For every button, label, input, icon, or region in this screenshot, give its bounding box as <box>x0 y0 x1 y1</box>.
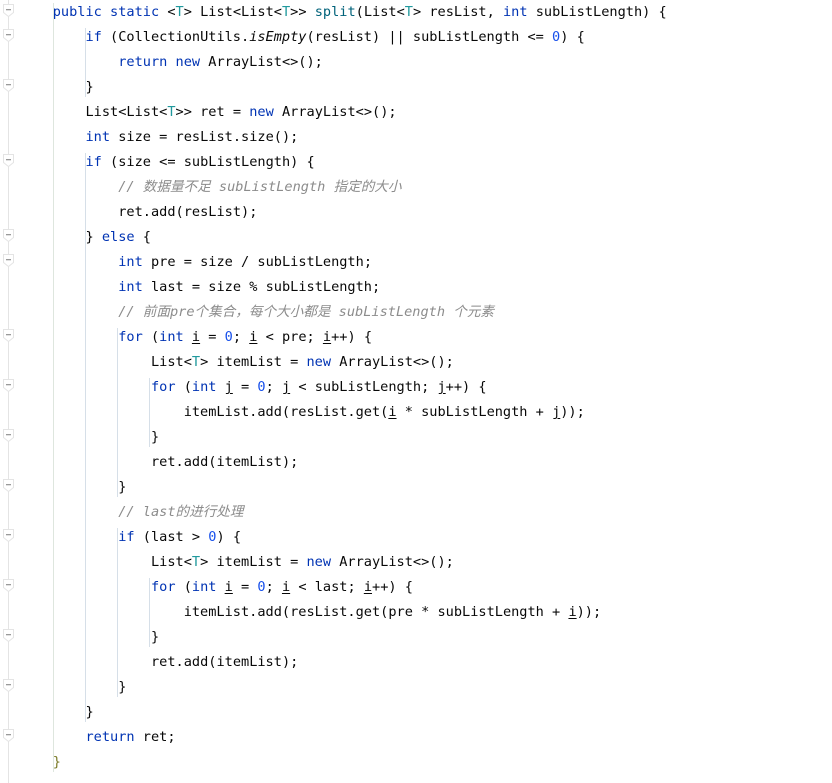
fold-toggle-icon[interactable] <box>1 378 16 393</box>
code-line[interactable]: } <box>20 75 832 100</box>
code-line[interactable]: } <box>20 625 832 650</box>
code-line-list: public static <T> List<List<T>> split(Li… <box>20 0 832 775</box>
code-line[interactable]: } <box>20 425 832 450</box>
code-line[interactable]: List<T> itemList = new ArrayList<>(); <box>20 350 832 375</box>
code-line[interactable]: int pre = size / subListLength; <box>20 250 832 275</box>
code-line[interactable]: ret.add(itemList); <box>20 450 832 475</box>
code-line[interactable]: List<List<T>> ret = new ArrayList<>(); <box>20 100 832 125</box>
code-line[interactable]: if (CollectionUtils.isEmpty(resList) || … <box>20 25 832 50</box>
code-line[interactable]: ret.add(itemList); <box>20 650 832 675</box>
fold-toggle-icon[interactable] <box>1 678 16 693</box>
code-line[interactable]: for (int i = 0; i < pre; i++) { <box>20 325 832 350</box>
fold-toggle-icon[interactable] <box>1 28 16 43</box>
code-line[interactable]: if (size <= subListLength) { <box>20 150 832 175</box>
code-line[interactable]: } <box>20 675 832 700</box>
code-line[interactable]: return new ArrayList<>(); <box>20 50 832 75</box>
code-line[interactable]: // 前面pre个集合，每个大小都是 subListLength 个元素 <box>20 300 832 325</box>
fold-toggle-icon[interactable] <box>1 728 16 743</box>
fold-toggle-icon[interactable] <box>1 78 16 93</box>
fold-toggle-icon[interactable] <box>1 628 16 643</box>
fold-toggle-icon[interactable] <box>1 428 16 443</box>
code-line[interactable]: itemList.add(resList.get(pre * subListLe… <box>20 600 832 625</box>
fold-toggle-icon[interactable] <box>1 3 16 18</box>
code-editor[interactable]: public static <T> List<List<T>> split(Li… <box>0 0 832 783</box>
fold-toggle-icon[interactable] <box>1 253 16 268</box>
code-folding-gutter[interactable] <box>0 0 20 783</box>
code-line[interactable]: for (int j = 0; j < subListLength; j++) … <box>20 375 832 400</box>
code-line[interactable]: public static <T> List<List<T>> split(Li… <box>20 0 832 25</box>
code-line[interactable]: int last = size % subListLength; <box>20 275 832 300</box>
code-line[interactable]: // last的进行处理 <box>20 500 832 525</box>
code-line[interactable]: // 数据量不足 subListLength 指定的大小 <box>20 175 832 200</box>
fold-toggle-icon[interactable] <box>1 153 16 168</box>
fold-toggle-icon[interactable] <box>1 328 16 343</box>
code-line[interactable]: } <box>20 475 832 500</box>
code-content-area[interactable]: public static <T> List<List<T>> split(Li… <box>20 0 832 783</box>
code-line[interactable]: ret.add(resList); <box>20 200 832 225</box>
code-line[interactable]: if (last > 0) { <box>20 525 832 550</box>
fold-toggle-icon[interactable] <box>1 478 16 493</box>
fold-toggle-icon[interactable] <box>1 578 16 593</box>
code-line[interactable]: } else { <box>20 225 832 250</box>
code-line[interactable]: List<T> itemList = new ArrayList<>(); <box>20 550 832 575</box>
code-line[interactable]: } <box>20 750 832 775</box>
fold-toggle-icon[interactable] <box>1 528 16 543</box>
fold-toggle-icon[interactable] <box>1 228 16 243</box>
code-line[interactable]: int size = resList.size(); <box>20 125 832 150</box>
code-line[interactable]: itemList.add(resList.get(i * subListLeng… <box>20 400 832 425</box>
code-line[interactable]: } <box>20 700 832 725</box>
code-line[interactable]: return ret; <box>20 725 832 750</box>
code-line[interactable]: for (int i = 0; i < last; i++) { <box>20 575 832 600</box>
